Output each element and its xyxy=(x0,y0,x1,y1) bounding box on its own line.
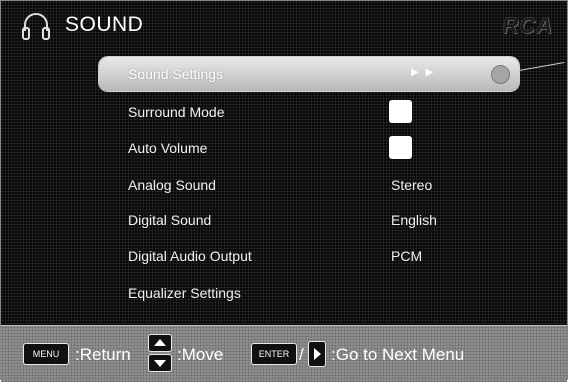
page-title: SOUND xyxy=(65,13,144,36)
digital-sound-value: English xyxy=(391,212,437,228)
analog-sound-value: Stereo xyxy=(391,177,433,193)
return-hint: :Return xyxy=(75,345,131,364)
up-key-icon xyxy=(148,334,172,352)
menu-item-label: Sound Settings xyxy=(128,66,223,82)
up-down-keys-icon xyxy=(148,334,174,374)
menu-item-analog-sound[interactable]: Analog Sound Stereo xyxy=(99,168,519,202)
submenu-arrows-icon: ▶ ▶ xyxy=(411,67,436,78)
right-key-icon xyxy=(308,341,326,367)
next-menu-hint: :Go to Next Menu xyxy=(331,345,465,364)
menu-item-label: Digital Audio Output xyxy=(128,248,252,264)
digital-audio-output-value: PCM xyxy=(391,248,423,264)
menu-item-sound-settings[interactable]: Sound Settings ▶ ▶ xyxy=(99,57,519,91)
tv-osd-screen: SOUND RCA Sound Settings ▶ ▶ Surround Mo… xyxy=(0,0,568,382)
menu-item-digital-audio-output[interactable]: Digital Audio Output PCM xyxy=(99,239,519,273)
headphones-icon xyxy=(22,13,50,40)
header: SOUND RCA xyxy=(1,1,567,49)
move-hint: :Move xyxy=(177,345,224,364)
footer-hint-bar: MENU :Return :Move ENTER / :Go to Next M… xyxy=(1,325,567,382)
selection-marker-icon xyxy=(491,65,510,84)
menu-item-equalizer-settings[interactable]: Equalizer Settings xyxy=(99,276,519,310)
menu-item-auto-volume[interactable]: Auto Volume xyxy=(99,131,519,165)
auto-volume-checkbox[interactable] xyxy=(389,136,412,159)
menu-item-label: Digital Sound xyxy=(128,212,212,228)
enter-key-icon: ENTER xyxy=(251,343,297,365)
menu-item-surround-mode[interactable]: Surround Mode xyxy=(99,95,519,129)
down-key-icon xyxy=(148,354,172,372)
menu-item-label: Analog Sound xyxy=(128,177,216,193)
menu-item-label: Equalizer Settings xyxy=(128,285,241,301)
menu-item-digital-sound[interactable]: Digital Sound English xyxy=(99,203,519,237)
callout-line xyxy=(518,62,565,71)
brand-logo: RCA xyxy=(502,13,553,38)
surround-mode-checkbox[interactable] xyxy=(389,100,412,123)
separator: / xyxy=(299,345,304,364)
menu-item-label: Surround Mode xyxy=(128,104,225,120)
menu-key-icon: MENU xyxy=(23,343,69,365)
menu-item-label: Auto Volume xyxy=(128,140,208,156)
